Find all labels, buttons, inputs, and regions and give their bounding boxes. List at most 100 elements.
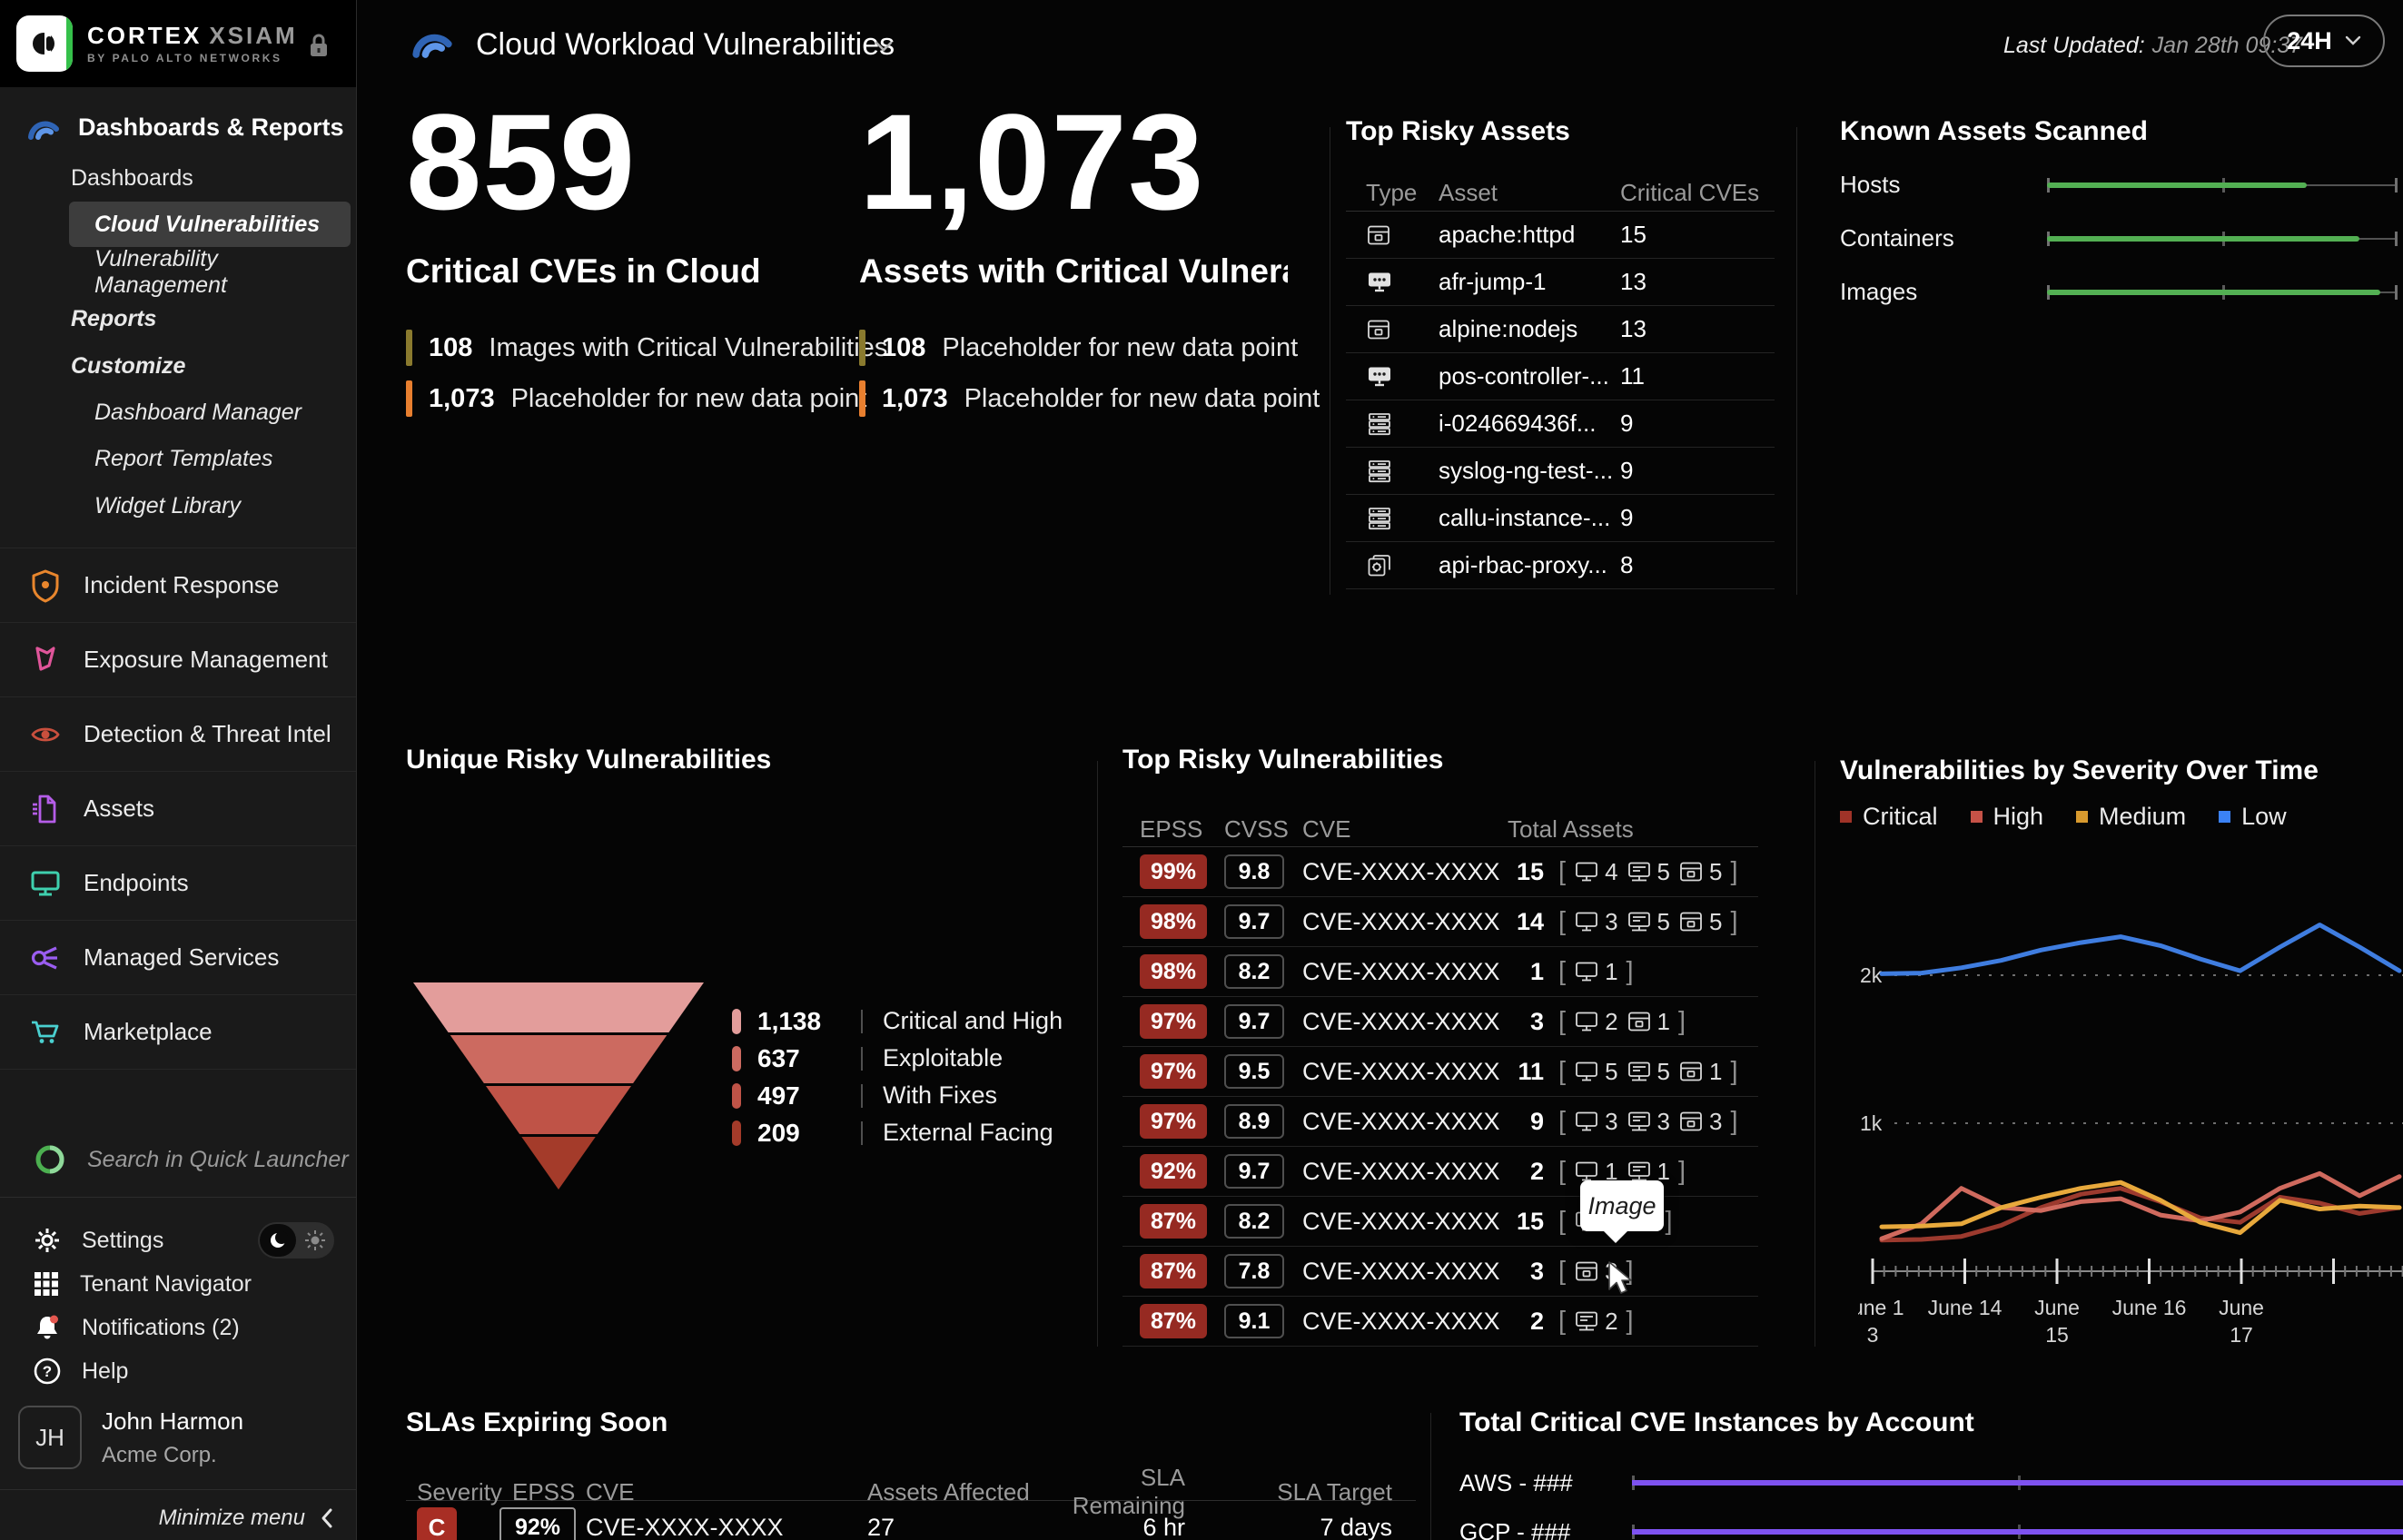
sla-remaining: 6 hr xyxy=(1142,1513,1185,1540)
funnel-legend-row: 497 With Fixes xyxy=(732,1077,1063,1114)
brand-byline: BY PALO ALTO NETWORKS xyxy=(87,52,282,64)
asset-count: 1 xyxy=(1605,957,1618,985)
nav-label: Cloud Vulnerabilities xyxy=(94,211,321,237)
col-sla-remaining: SLA Remaining xyxy=(1072,1464,1185,1519)
funnel-value: 209 xyxy=(757,1118,800,1147)
legend-item-low: Low xyxy=(2219,803,2287,831)
help-label: Help xyxy=(82,1357,129,1384)
cve-id: CVE-XXXX-XXXX xyxy=(1302,957,1500,985)
sidebar-item-help[interactable]: ? Help xyxy=(0,1349,356,1393)
sla-row[interactable]: C 92% CVE-XXXX-XXXX 27 6 hr 7 days xyxy=(406,1501,1416,1540)
moon-icon xyxy=(260,1224,296,1257)
sidebar-item-widget-library[interactable]: Widget Library xyxy=(0,484,351,528)
service-icon xyxy=(1366,553,1439,578)
sidebar-item-exposure-management[interactable]: Exposure Management xyxy=(0,623,356,697)
cve-id: CVE-XXXX-XXXX xyxy=(1302,1307,1500,1335)
asset-count: 3 xyxy=(1656,1107,1670,1135)
scanned-asset-row: Containers xyxy=(1840,212,2398,265)
vulnerability-row[interactable]: 97% 8.9 CVE-XXXX-XXXX 9 [3 3 3] xyxy=(1122,1097,1758,1147)
vulnerability-row[interactable]: 98% 9.7 CVE-XXXX-XXXX 14 [3 5 5] xyxy=(1122,897,1758,947)
user-profile[interactable]: JH John Harmon Acme Corp. xyxy=(18,1406,356,1469)
account-row: AWS - ### xyxy=(1459,1462,2403,1504)
cvss-score: 8.9 xyxy=(1224,1104,1284,1139)
vulnerability-row[interactable]: 99% 9.8 CVE-XXXX-XXXX 15 [4 5 5] xyxy=(1122,847,1758,897)
cvss-score: 9.7 xyxy=(1224,1154,1284,1189)
epss-badge: 92% xyxy=(1140,1154,1207,1189)
sidebar-item-dashboards[interactable]: Dashboards xyxy=(0,156,351,200)
legend-marker xyxy=(732,1008,741,1034)
asset-count: 3 xyxy=(1605,907,1618,935)
metric-substat: 108 Placeholder for new data point xyxy=(859,329,1298,367)
monitor-icon xyxy=(1574,1010,1599,1033)
sidebar-item-managed-services[interactable]: Managed Services xyxy=(0,921,356,995)
last-updated-label: Last Updated: xyxy=(2003,33,2145,58)
module-label: Marketplace xyxy=(84,1018,213,1045)
asset-name: alpine:nodejs xyxy=(1439,315,1578,342)
vulnerability-row[interactable]: 97% 9.5 CVE-XXXX-XXXX 11 [5 5 1] xyxy=(1122,1047,1758,1097)
funnel-legend-row: 637 Exploitable xyxy=(732,1040,1063,1077)
asset-row[interactable]: callu-instance-... 9 xyxy=(1346,495,1775,542)
cve-id: CVE-XXXX-XXXX xyxy=(1302,1207,1500,1235)
funnel-label: Critical and High xyxy=(883,1007,1063,1034)
vulnerability-row[interactable]: 97% 9.7 CVE-XXXX-XXXX 3 [2 1] xyxy=(1122,997,1758,1047)
col-cve: CVE xyxy=(1302,814,1351,843)
sidebar-item-incident-response[interactable]: Incident Response xyxy=(0,548,356,623)
asset-row[interactable]: alpine:nodejs 13 xyxy=(1346,306,1775,353)
tenant-navigator-label: Tenant Navigator xyxy=(80,1270,252,1297)
col-asset: Asset xyxy=(1439,178,1498,206)
asset-row[interactable]: pos-controller-... 11 xyxy=(1346,353,1775,400)
server-icon xyxy=(1366,411,1439,437)
sidebar-item-assets[interactable]: Assets xyxy=(0,772,356,846)
asset-row[interactable]: afr-jump-1 13 xyxy=(1346,259,1775,306)
scanned-asset-label: Hosts xyxy=(1840,171,1901,198)
sidebar-item-reports[interactable]: Reports xyxy=(0,297,351,341)
user-name: John Harmon xyxy=(102,1407,244,1435)
vulnerability-row[interactable]: 87% 7.8 CVE-XXXX-XXXX 3 [3] xyxy=(1122,1247,1758,1297)
sidebar-item-report-templates[interactable]: Report Templates xyxy=(0,437,351,480)
settings-label: Settings xyxy=(82,1227,164,1253)
col-epss: EPSS xyxy=(1140,814,1203,843)
vulnerability-row[interactable]: 87% 9.1 CVE-XXXX-XXXX 2 [2] xyxy=(1122,1297,1758,1347)
asset-count: 2 xyxy=(1605,1307,1618,1335)
funnel-legend-row: 1,138 Critical and High xyxy=(732,1002,1063,1040)
asset-row[interactable]: i-024669436f... 9 xyxy=(1346,400,1775,448)
scanned-asset-row: Images xyxy=(1840,265,2398,319)
sidebar-item-cloud-vulnerabilities[interactable]: Cloud Vulnerabilities xyxy=(69,202,351,247)
vulnerability-row[interactable]: 98% 8.2 CVE-XXXX-XXXX 1 [1] xyxy=(1122,947,1758,997)
sidebar-item-endpoints[interactable]: Endpoints xyxy=(0,846,356,921)
minimize-menu-button[interactable]: Minimize menu xyxy=(159,1505,334,1531)
asset-row[interactable]: api-rbac-proxy... 8 xyxy=(1346,542,1775,589)
sidebar-item-notifications[interactable]: Notifications (2) xyxy=(0,1306,356,1349)
svg-text:June: June xyxy=(2034,1296,2080,1319)
legend-label: Medium xyxy=(2099,803,2187,830)
container-icon xyxy=(1678,1110,1704,1133)
legend-item-critical: Critical xyxy=(1840,803,1938,831)
asset-name: api-rbac-proxy... xyxy=(1439,551,1607,578)
total-assets: 2 xyxy=(1529,1307,1544,1335)
substat-value: 108 xyxy=(882,332,926,362)
legend-label: High xyxy=(1993,803,2044,830)
chevron-down-icon[interactable] xyxy=(874,40,894,53)
cvss-score: 8.2 xyxy=(1224,1204,1284,1239)
time-range-button[interactable]: 24H xyxy=(2263,15,2385,67)
container-icon xyxy=(1366,318,1439,341)
sidebar-item-marketplace[interactable]: Marketplace xyxy=(0,995,356,1070)
help-icon: ? xyxy=(33,1357,62,1386)
legend-marker xyxy=(732,1082,741,1109)
asset-row[interactable]: apache:httpd 15 xyxy=(1346,212,1775,259)
sidebar-item-detection-threat-intel[interactable]: Detection & Threat Intel xyxy=(0,697,356,772)
substat-label: Images with Critical Vulnerabilities xyxy=(489,332,888,362)
sidebar-item-vulnerability-management[interactable]: Vulnerability Management xyxy=(0,246,351,298)
sidebar-item-customize[interactable]: Customize xyxy=(0,344,351,388)
theme-toggle[interactable] xyxy=(258,1222,334,1259)
sidebar-item-dashboard-manager[interactable]: Dashboard Manager xyxy=(0,390,351,434)
funnel-legend-row: 209 External Facing xyxy=(732,1114,1063,1151)
asset-row[interactable]: syslog-ng-test-... 9 xyxy=(1346,448,1775,495)
substat-value: 1,073 xyxy=(429,383,495,413)
substat-value: 1,073 xyxy=(882,383,948,413)
sidebar-item-tenant-navigator[interactable]: Tenant Navigator xyxy=(0,1262,356,1306)
sidebar-section-dashboards-reports[interactable]: Dashboards & Reports xyxy=(0,105,356,149)
sidebar-item-settings[interactable]: Settings xyxy=(0,1219,356,1262)
quick-launcher[interactable]: Search in Quick Launcher xyxy=(0,1138,356,1181)
col-assets-affected: Assets Affected xyxy=(867,1477,1030,1505)
